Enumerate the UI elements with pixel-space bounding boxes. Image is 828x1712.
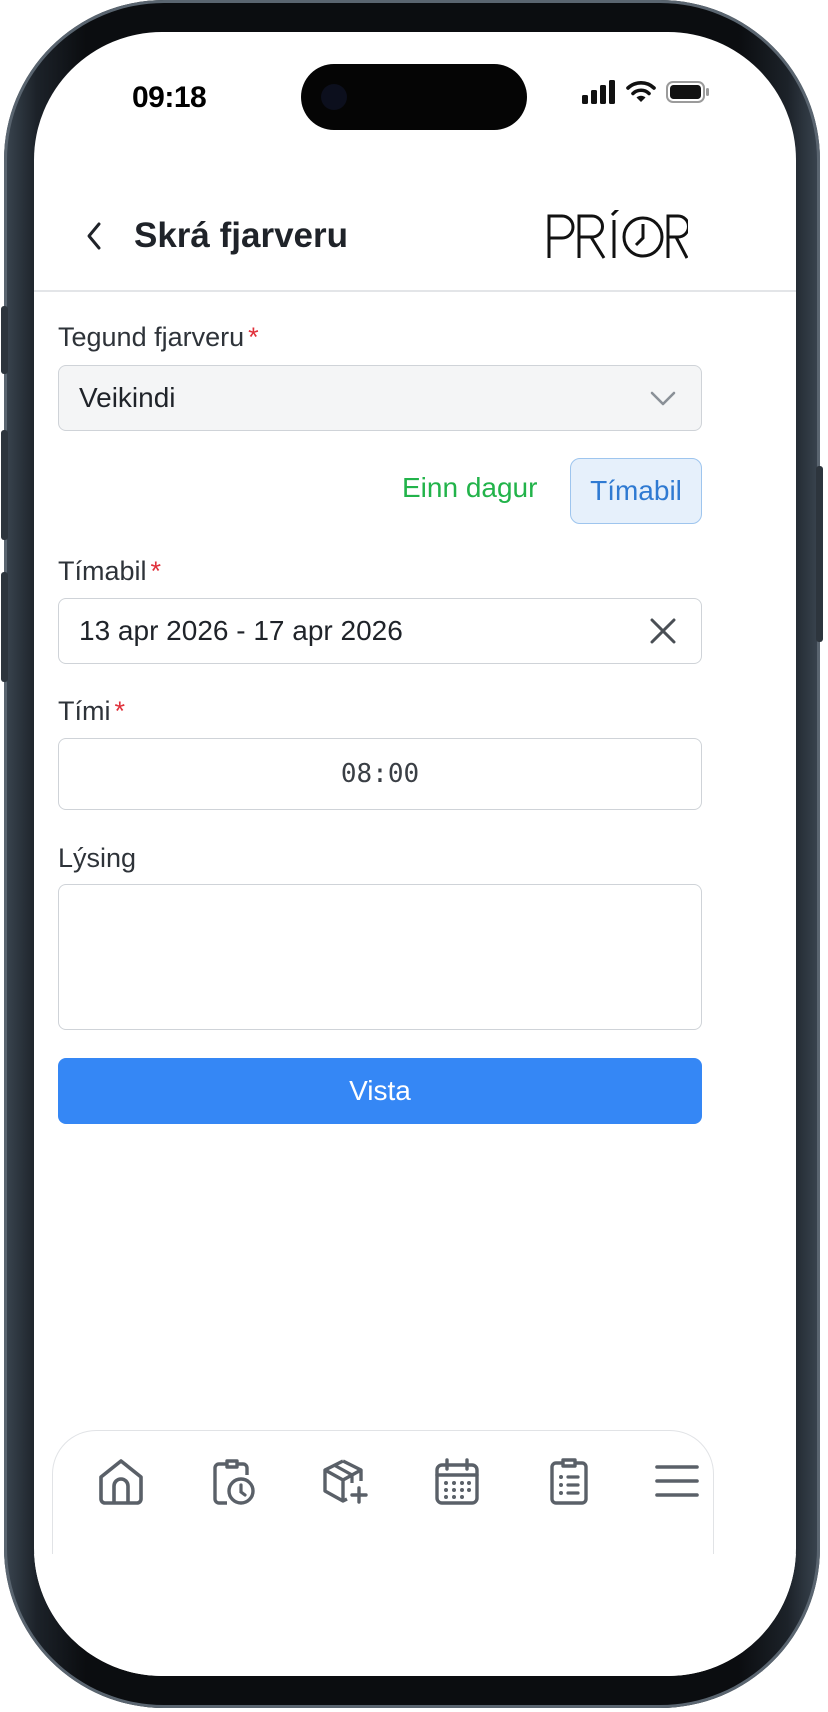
description-textarea[interactable]	[58, 884, 702, 1030]
nav-packages[interactable]	[315, 1451, 375, 1511]
chevron-left-icon	[87, 222, 101, 250]
action-button	[1, 306, 8, 374]
type-label-text: Tegund fjarveru	[58, 322, 245, 352]
period-toggle[interactable]: Tímabil	[570, 458, 702, 524]
home-indicator-area	[34, 1554, 796, 1676]
power-button	[816, 466, 823, 642]
volume-down-button	[1, 572, 8, 682]
nav-home[interactable]	[91, 1451, 151, 1511]
period-label-text: Tímabil	[58, 556, 147, 586]
chevron-down-icon	[650, 391, 676, 406]
home-icon	[99, 1459, 143, 1505]
time-value: 08:00	[340, 759, 420, 789]
period-label: Tímabil *	[58, 556, 161, 587]
required-mark: *	[248, 322, 259, 352]
battery-icon	[666, 81, 709, 103]
box-add-icon	[323, 1459, 368, 1504]
date-range-field[interactable]: 13 apr 2026 - 17 apr 2026	[58, 598, 702, 664]
close-icon	[650, 618, 676, 644]
header: Skrá fjarveru	[34, 182, 796, 292]
single-day-toggle[interactable]: Einn dagur	[402, 472, 537, 504]
clear-date-button[interactable]	[645, 613, 681, 649]
required-mark: *	[150, 556, 162, 586]
type-label: Tegund fjarveru *	[58, 322, 259, 353]
checklist-icon	[550, 1458, 588, 1505]
prior-logo	[547, 210, 688, 259]
dynamic-island	[301, 64, 527, 130]
back-button[interactable]	[74, 212, 114, 260]
date-range-value: 13 apr 2026 - 17 apr 2026	[79, 615, 403, 646]
time-label-text: Tími	[58, 696, 111, 726]
save-button[interactable]: Vista	[58, 1058, 702, 1124]
volume-up-button	[1, 430, 8, 540]
status-icons	[582, 80, 710, 104]
absence-type-value: Veikindi	[79, 382, 176, 413]
absence-type-select[interactable]: Veikindi	[58, 365, 702, 431]
wifi-icon	[626, 81, 656, 102]
calendar-icon	[435, 1458, 479, 1505]
time-field[interactable]: 08:00	[58, 738, 702, 810]
bottom-nav	[52, 1430, 714, 1554]
clipboard-clock-icon	[213, 1459, 255, 1505]
nav-calendar[interactable]	[427, 1451, 487, 1511]
page-title: Skrá fjarveru	[134, 216, 349, 255]
signal-icon	[582, 80, 615, 104]
nav-checklist[interactable]	[539, 1451, 599, 1511]
time-label: Tími *	[58, 696, 125, 727]
nav-menu[interactable]	[647, 1451, 707, 1511]
camera-icon	[321, 84, 347, 110]
description-label: Lýsing	[58, 843, 137, 873]
status-time: 09:18	[132, 81, 207, 114]
nav-time-registration[interactable]	[203, 1451, 263, 1511]
screen: 09:18 Skrá fjarveru Tegund fjarveru * Ve…	[34, 32, 796, 1676]
menu-icon	[655, 1465, 699, 1497]
required-mark: *	[114, 696, 125, 726]
